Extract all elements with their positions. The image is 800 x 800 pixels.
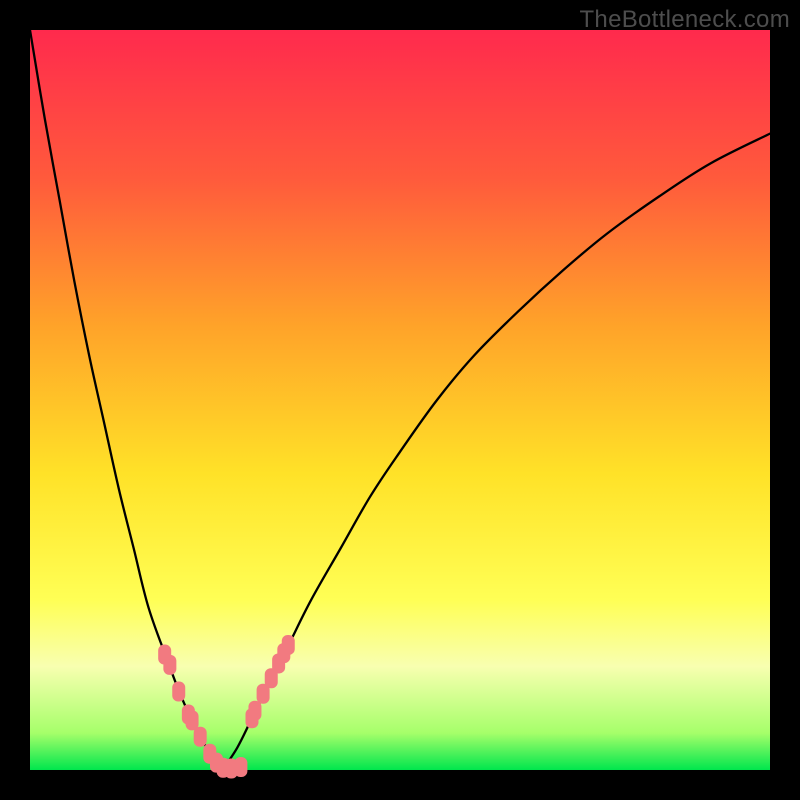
data-marker	[194, 727, 207, 747]
data-marker	[163, 655, 176, 675]
data-marker	[186, 710, 199, 730]
data-marker	[248, 701, 261, 721]
data-marker	[172, 682, 185, 702]
chart-frame: TheBottleneck.com	[0, 0, 800, 800]
curve-left-branch	[30, 30, 222, 770]
data-marker	[234, 757, 247, 777]
data-marker	[282, 635, 295, 655]
curve-right-branch	[222, 134, 770, 770]
watermark-text: TheBottleneck.com	[579, 6, 790, 34]
marker-group	[158, 635, 295, 779]
curve-group	[30, 30, 770, 770]
chart-overlay	[30, 30, 770, 770]
